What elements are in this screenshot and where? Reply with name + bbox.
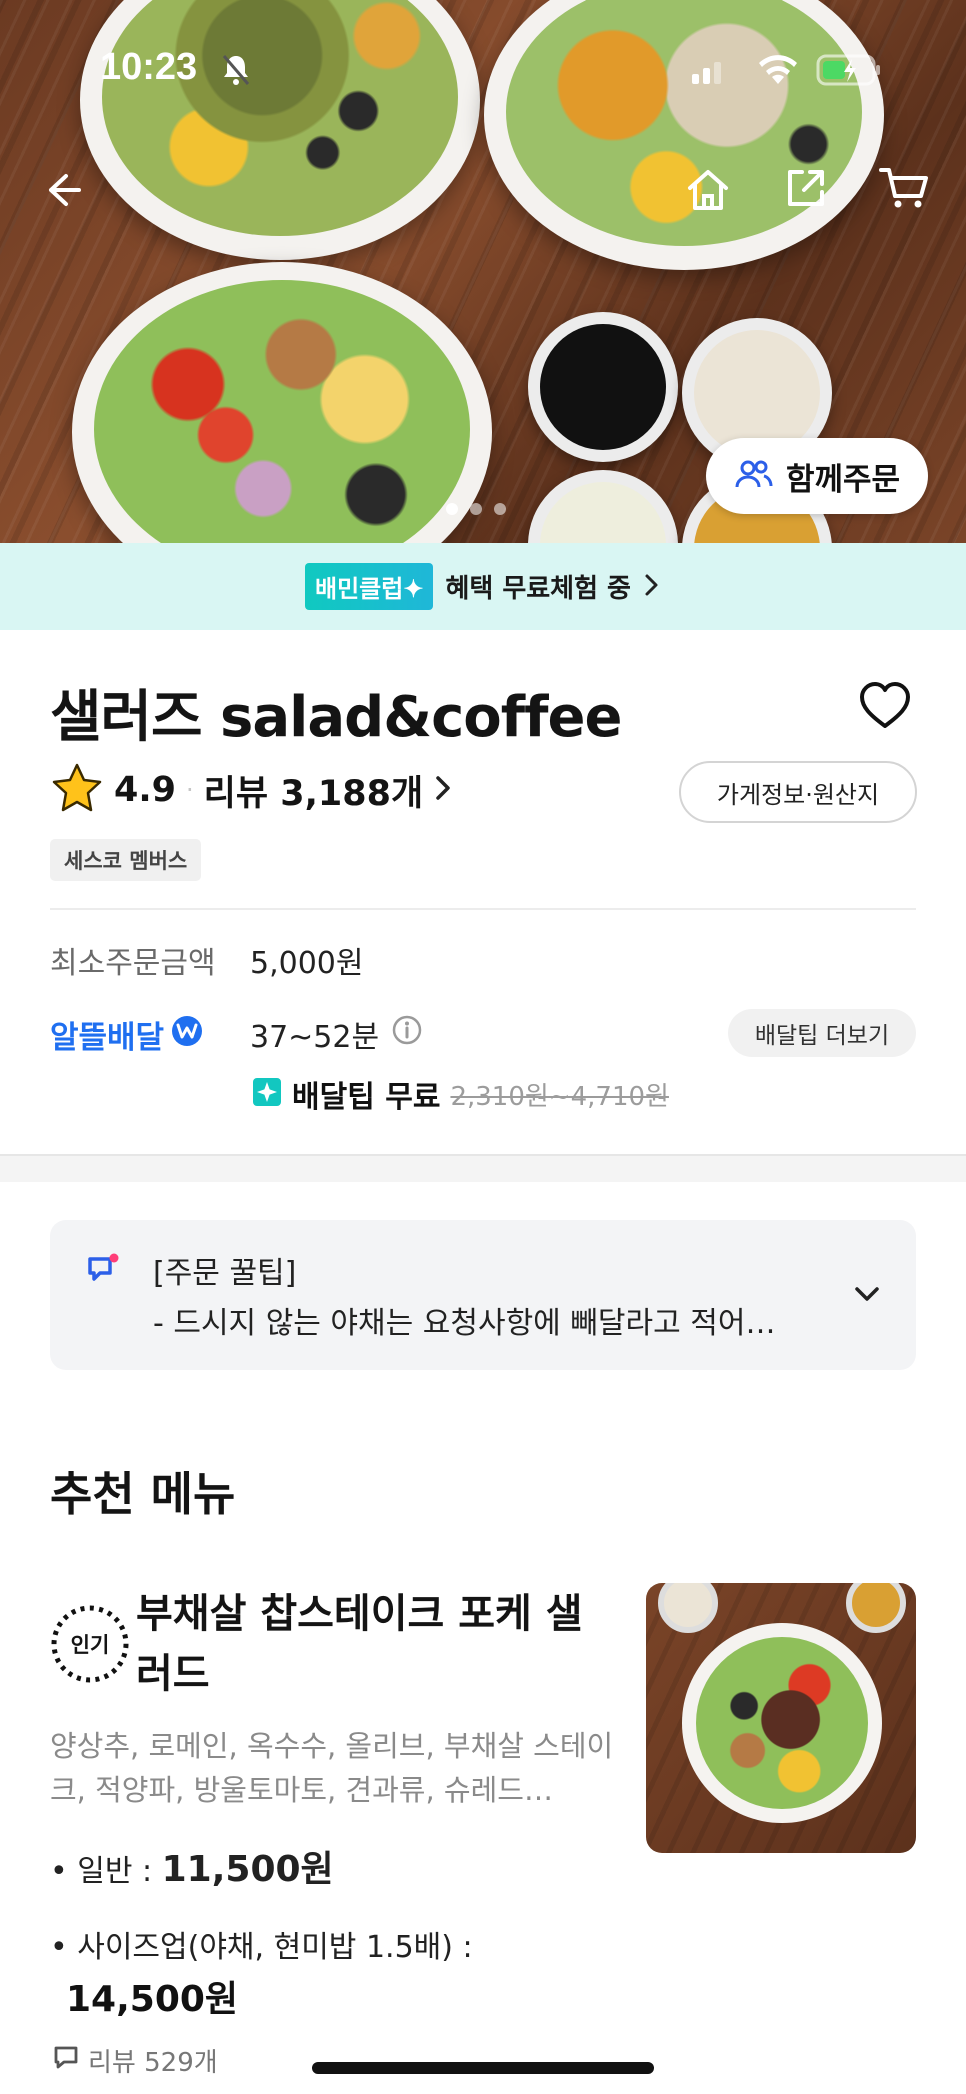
chevron-right-icon — [433, 773, 453, 807]
member-badge: 세스코 멤버스 — [50, 839, 202, 881]
price-regular-row: • 일반 : 11,500원 — [50, 1840, 334, 1892]
carousel-dot-active — [446, 503, 458, 515]
divider — [50, 908, 916, 910]
home-indicator[interactable] — [312, 2062, 654, 2074]
club-badge: 배민클럽✦ — [305, 563, 434, 610]
popular-badge: 인기 — [50, 1604, 130, 1684]
price-regular-value: 11,500원 — [161, 1849, 334, 1890]
info-icon[interactable] — [391, 1014, 423, 1054]
comment-icon — [52, 2043, 80, 2078]
status-bar: 10:23 — [0, 0, 966, 140]
menu-item-name[interactable]: 부채살 찹스테이크 포케 샐러드 — [136, 1584, 606, 1704]
chevron-down-icon[interactable] — [852, 1282, 882, 1310]
popular-badge-label: 인기 — [70, 1633, 110, 1657]
carousel-dot — [494, 503, 506, 515]
price-sizeup-label: • 사이즈업(야채, 현미밥 1.5배) : — [50, 1930, 473, 1965]
store-name: 샐러즈 salad&coffee — [50, 685, 622, 750]
rating-row[interactable]: 4.9 · 리뷰 3,188개 — [50, 762, 453, 818]
favorite-button[interactable] — [858, 680, 912, 734]
share-button[interactable] — [776, 160, 836, 220]
delivery-time-row: 37~52분 — [250, 1012, 423, 1056]
carousel-dot — [470, 503, 482, 515]
salad-plate — [682, 1623, 882, 1823]
share-icon — [782, 164, 830, 216]
sauce-cup — [846, 1583, 906, 1633]
club-sparkle-icon — [252, 1077, 282, 1111]
sauce-cup — [528, 312, 678, 462]
club-banner-text: 혜택 무료체험 중 — [445, 574, 631, 604]
delivery-tip-more-button[interactable]: 배달팁 더보기 — [728, 1009, 916, 1057]
delivery-type: 알뜰배달 — [50, 1012, 204, 1057]
order-tip-box[interactable]: [주문 꿀팁] - 드시지 않는 야채는 요청사항에 빼달라고 적어… — [50, 1220, 916, 1370]
free-tip-label: 배달팁 무료 — [292, 1080, 441, 1115]
order-tip-text: - 드시지 않는 야채는 요청사항에 빼달라고 적어… — [153, 1306, 776, 1341]
rating-score: 4.9 — [114, 770, 177, 810]
order-tip-title: [주문 꿀팁] — [153, 1256, 297, 1291]
menu-review-count-label: 리뷰 529개 — [88, 2048, 218, 2078]
group-order-label: 함께주문 — [785, 461, 901, 498]
wifi-icon — [756, 52, 800, 90]
sauce-cup — [658, 1583, 718, 1633]
battery-icon — [816, 54, 882, 90]
delivery-coin-icon — [170, 1014, 204, 1056]
menu-review-count: 리뷰 529개 — [52, 2042, 218, 2079]
carousel-indicator — [446, 503, 506, 515]
price-regular-label: • 일반 : — [50, 1854, 162, 1889]
status-time: 10:23 — [100, 46, 198, 88]
group-order-button[interactable]: 함께주문 — [706, 438, 928, 514]
delivery-time: 37~52분 — [250, 1020, 380, 1055]
silent-bell-icon — [218, 52, 254, 92]
menu-item-description: 양상추, 로메인, 옥수수, 올리브, 부채살 스테이크, 적양파, 방울토마토… — [50, 1729, 614, 1807]
menu-item-photo[interactable] — [646, 1583, 916, 1853]
tip-chat-icon — [86, 1252, 122, 1292]
price-sizeup-value: 14,500원 — [66, 1979, 239, 2020]
signal-icon — [690, 56, 730, 88]
home-button[interactable] — [678, 162, 738, 222]
sauce-cup — [528, 470, 678, 543]
original-tip-range: 2,310원~4,710원 — [450, 1081, 669, 1112]
cart-button[interactable] — [874, 160, 934, 220]
star-icon — [50, 762, 104, 818]
review-count-link[interactable]: 리뷰 3,188개 — [204, 765, 424, 816]
delivery-brand-label: 알뜰배달 — [50, 1020, 165, 1056]
min-order-label: 최소주문금액 — [50, 946, 216, 981]
back-arrow-icon — [40, 168, 84, 216]
salad-bowl-photo — [72, 262, 492, 543]
back-button[interactable] — [32, 162, 92, 222]
group-people-icon — [734, 459, 774, 493]
heart-icon — [858, 682, 912, 734]
section-separator — [0, 1154, 966, 1182]
home-icon — [684, 166, 732, 218]
store-info-button[interactable]: 가게정보·원산지 — [679, 761, 917, 823]
chevron-right-icon — [643, 572, 661, 602]
cart-icon — [878, 164, 930, 216]
store-hero-image[interactable]: 10:23 함께주문 — [0, 0, 966, 543]
baemin-club-banner[interactable]: 배민클럽✦ 혜택 무료체험 중 — [0, 543, 966, 630]
free-delivery-tip: 배달팁 무료 2,310원~4,710원 — [252, 1072, 669, 1116]
recommended-menu-title: 추천 메뉴 — [50, 1467, 236, 1521]
min-order-value: 5,000원 — [250, 946, 364, 981]
separator-dot: · — [186, 776, 194, 804]
